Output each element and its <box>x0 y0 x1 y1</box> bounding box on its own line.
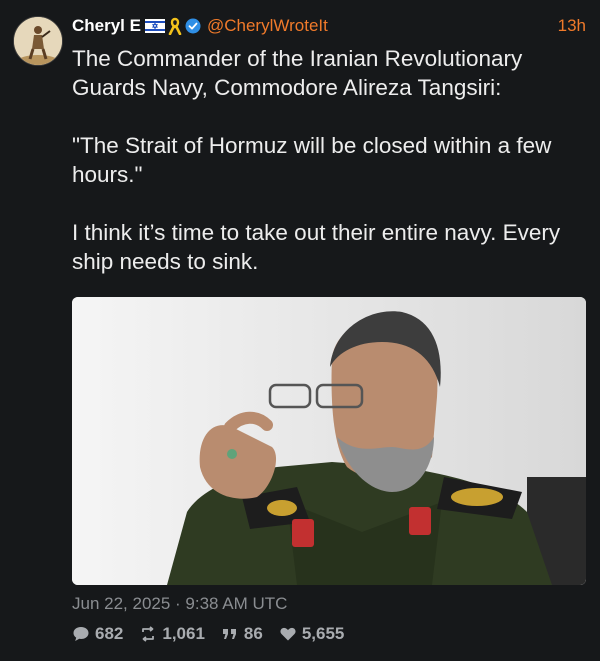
post-stats: 682 1,061 86 5,655 <box>72 624 360 644</box>
author-handle[interactable]: @CherylWroteIt <box>207 16 328 36</box>
post-paragraph: The Commander of the Iranian Revolutiona… <box>72 46 523 100</box>
post-paragraph: I think it’s time to take out their enti… <box>72 220 561 274</box>
repost-count: 1,061 <box>162 624 205 643</box>
post-image[interactable] <box>72 297 586 585</box>
post-card: Cheryl E @CherylWroteIt 13h The Commande… <box>0 0 600 661</box>
quote-stat[interactable]: 86 <box>221 624 263 644</box>
like-stat[interactable]: 5,655 <box>279 624 345 644</box>
yellow-ribbon-icon <box>168 17 182 35</box>
quote-count: 86 <box>243 624 263 643</box>
post-text: The Commander of the Iranian Revolutiona… <box>72 44 592 305</box>
verified-badge-icon <box>185 18 201 34</box>
reply-stat[interactable]: 682 <box>72 624 123 644</box>
post-header: Cheryl E @CherylWroteIt 13h <box>72 15 586 37</box>
author-name[interactable]: Cheryl E <box>72 16 141 36</box>
israel-flag-icon <box>144 19 165 33</box>
reply-icon <box>73 627 89 641</box>
post-timestamp[interactable]: Jun 22, 2025 · 9:38 AM UTC <box>72 594 287 614</box>
post-time[interactable]: 13h <box>558 16 586 36</box>
reply-count: 682 <box>95 624 124 643</box>
like-count: 5,655 <box>301 624 345 643</box>
repost-icon <box>142 626 155 642</box>
avatar[interactable] <box>13 16 63 66</box>
heart-icon <box>280 627 296 641</box>
repost-stat[interactable]: 1,061 <box>139 624 205 644</box>
post-paragraph: "The Strait of Hormuz will be closed wit… <box>72 133 552 187</box>
quote-icon <box>222 629 236 639</box>
